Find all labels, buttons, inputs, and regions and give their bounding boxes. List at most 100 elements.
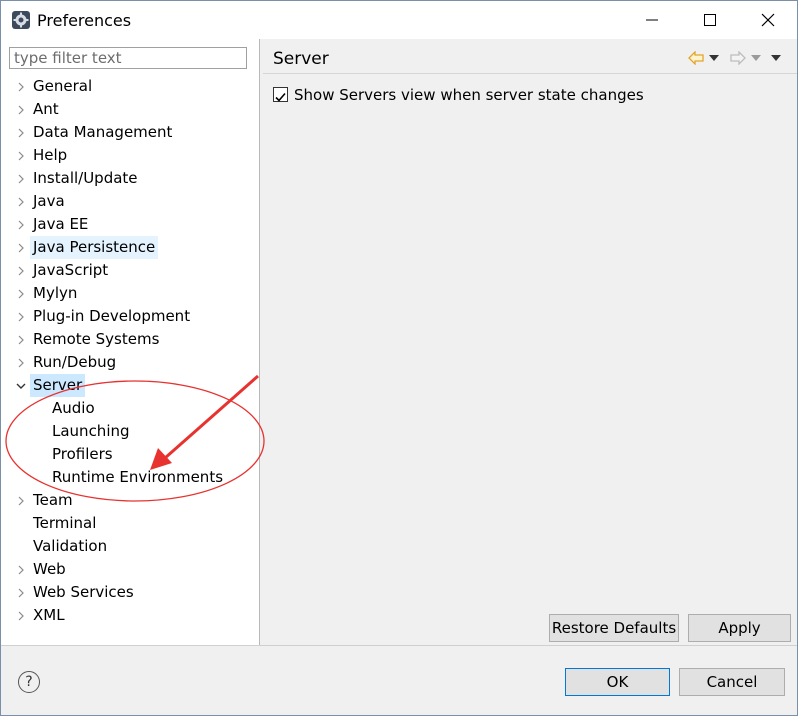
tree-item[interactable]: Terminal — [1, 512, 259, 535]
tree-item-label: Plug-in Development — [33, 307, 191, 325]
back-menu-button[interactable] — [705, 49, 723, 67]
tree-item-label: Ant — [33, 100, 59, 118]
tree-item-label: XML — [33, 606, 65, 624]
chevron-right-icon[interactable] — [14, 259, 28, 282]
chevron-right-icon[interactable] — [14, 167, 28, 190]
header-separator — [263, 73, 797, 74]
page-navigation — [687, 47, 787, 69]
tree-item-label: Remote Systems — [33, 330, 160, 348]
tree-item[interactable]: Help — [1, 144, 259, 167]
cancel-button[interactable]: Cancel — [679, 668, 785, 696]
chevron-right-icon[interactable] — [14, 75, 28, 98]
tree-item[interactable]: Run/Debug — [1, 351, 259, 374]
tree-child-item[interactable]: Profilers — [1, 443, 259, 466]
tree-item[interactable]: Data Management — [1, 121, 259, 144]
minimize-icon — [646, 19, 658, 21]
tree-item[interactable]: Remote Systems — [1, 328, 259, 351]
chevron-down-icon[interactable] — [14, 374, 28, 397]
maximize-button[interactable] — [681, 1, 739, 39]
tree-item[interactable]: Server — [1, 374, 259, 397]
tree-item[interactable]: Web Services — [1, 581, 259, 604]
forward-button[interactable] — [729, 49, 747, 67]
apply-button[interactable]: Apply — [688, 614, 791, 642]
chevron-right-icon[interactable] — [14, 558, 28, 581]
tree-item[interactable]: Validation — [1, 535, 259, 558]
tree-item-label: Java Persistence — [30, 236, 159, 259]
forward-arrow-icon — [730, 51, 746, 65]
help-icon[interactable]: ? — [18, 671, 40, 693]
tree-item[interactable]: Web — [1, 558, 259, 581]
close-button[interactable] — [739, 1, 797, 39]
tree-item[interactable]: Plug-in Development — [1, 305, 259, 328]
tree-item-label: Audio — [52, 399, 95, 417]
chevron-right-icon[interactable] — [14, 121, 28, 144]
chevron-right-icon[interactable] — [14, 604, 28, 627]
tree-item[interactable]: JavaScript — [1, 259, 259, 282]
minimize-button[interactable] — [623, 1, 681, 39]
chevron-right-icon[interactable] — [14, 144, 28, 167]
show-servers-view-label: Show Servers view when server state chan… — [294, 86, 644, 104]
chevron-right-icon[interactable] — [14, 213, 28, 236]
filter-input[interactable] — [9, 47, 247, 69]
chevron-right-icon[interactable] — [14, 328, 28, 351]
tree-item-label: Profilers — [52, 445, 113, 463]
tree-item-label: Validation — [33, 537, 108, 555]
preferences-dialog: Preferences General Ant Data Management Hel… — [0, 0, 798, 716]
ok-button[interactable]: OK — [565, 668, 670, 696]
preference-tree-pane: General Ant Data Management Help Install/Upd… — [1, 39, 259, 645]
page-title: Server — [273, 49, 329, 69]
tree-item-label: General — [33, 77, 93, 95]
tree-item-label: Run/Debug — [33, 353, 117, 371]
chevron-right-icon[interactable] — [14, 282, 28, 305]
tree-item[interactable]: Java — [1, 190, 259, 213]
tree-item[interactable]: XML — [1, 604, 259, 627]
tree-item-label: Install/Update — [33, 169, 138, 187]
tree-item[interactable]: Java Persistence — [1, 236, 259, 259]
back-arrow-icon — [688, 51, 704, 65]
chevron-right-icon[interactable] — [14, 581, 28, 604]
close-icon — [761, 13, 775, 27]
tree-child-item[interactable]: Audio — [1, 397, 259, 420]
tree-item-label: Web Services — [33, 583, 134, 601]
tree-item[interactable]: Ant — [1, 98, 259, 121]
tree-item-label: Terminal — [33, 514, 97, 532]
tree-item-label: Java — [33, 192, 65, 210]
footer-separator — [1, 645, 797, 646]
tree-item-label: Data Management — [33, 123, 173, 141]
checkmark-icon — [275, 92, 286, 102]
maximize-icon — [704, 14, 716, 26]
chevron-right-icon[interactable] — [14, 305, 28, 328]
tree-child-item[interactable]: Launching — [1, 420, 259, 443]
chevron-right-icon[interactable] — [14, 98, 28, 121]
chevron-right-icon[interactable] — [14, 236, 28, 259]
show-servers-view-checkbox[interactable] — [273, 87, 288, 102]
chevron-right-icon[interactable] — [14, 351, 28, 374]
window-title: Preferences — [37, 11, 132, 30]
tree-item-label: JavaScript — [33, 261, 109, 279]
back-button[interactable] — [687, 49, 705, 67]
preference-page: Server Show Servers view when server sta… — [263, 39, 797, 645]
tree-item-label: Help — [33, 146, 68, 164]
title-bar: Preferences — [1, 1, 797, 39]
view-menu-button[interactable] — [767, 49, 785, 67]
tree-item-label: Web — [33, 560, 66, 578]
tree-item[interactable]: General — [1, 75, 259, 98]
tree-item[interactable]: Team — [1, 489, 259, 512]
tree-item-label: Server — [30, 374, 86, 397]
tree-item-label: Java EE — [33, 215, 89, 233]
tree-child-item[interactable]: Runtime Environments — [1, 466, 259, 489]
tree-item[interactable]: Java EE — [1, 213, 259, 236]
restore-defaults-button[interactable]: Restore Defaults — [549, 614, 679, 642]
forward-menu-button[interactable] — [747, 49, 765, 67]
view-menu-icon — [771, 55, 781, 61]
chevron-down-icon — [751, 55, 761, 61]
tree-item[interactable]: Install/Update — [1, 167, 259, 190]
chevron-right-icon[interactable] — [14, 489, 28, 512]
chevron-right-icon[interactable] — [14, 190, 28, 213]
tree-item-label: Launching — [52, 422, 130, 440]
tree-item-label: Mylyn — [33, 284, 78, 302]
tree-item[interactable]: Mylyn — [1, 282, 259, 305]
preferences-gear-icon — [12, 11, 30, 29]
chevron-down-icon — [709, 55, 719, 61]
tree-item-label: Runtime Environments — [52, 468, 224, 486]
